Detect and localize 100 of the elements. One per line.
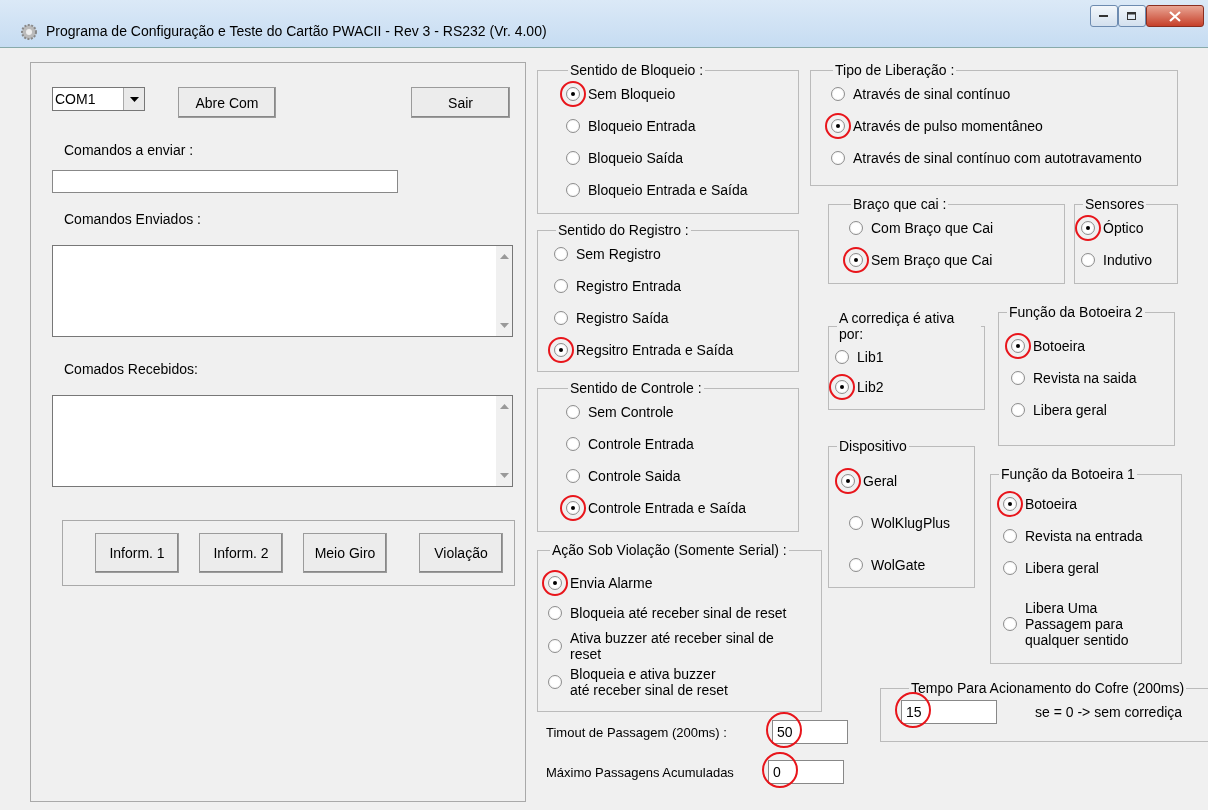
option-label[interactable]: Revista na entrada bbox=[1025, 528, 1143, 544]
scroll-up-icon[interactable] bbox=[499, 254, 509, 259]
radio-button[interactable] bbox=[554, 311, 568, 325]
radio-button[interactable] bbox=[849, 558, 863, 572]
option-label[interactable]: Bloqueia até receber sinal de reset bbox=[570, 605, 787, 621]
radio-button[interactable] bbox=[566, 405, 580, 419]
option-label[interactable]: Revista na saida bbox=[1033, 370, 1137, 386]
option-label[interactable]: Sem Braço que Cai bbox=[871, 252, 993, 268]
option-label[interactable]: Sem Registro bbox=[576, 246, 661, 262]
text-area[interactable] bbox=[52, 245, 513, 337]
option-label[interactable]: Regsitro Entrada e Saída bbox=[576, 342, 734, 358]
info-button[interactable]: Inform. 1 bbox=[95, 533, 179, 573]
radio-button[interactable] bbox=[841, 474, 855, 488]
option-label[interactable]: Controle Entrada bbox=[588, 436, 694, 452]
radio-button[interactable] bbox=[1011, 371, 1025, 385]
option-label[interactable]: Lib2 bbox=[857, 379, 884, 395]
info-button[interactable]: Violação bbox=[419, 533, 503, 573]
option-label[interactable]: Bloqueio Saída bbox=[588, 150, 683, 166]
scrollbar[interactable] bbox=[496, 396, 512, 486]
option-label[interactable]: Geral bbox=[863, 473, 898, 489]
option-label[interactable]: Libera geral bbox=[1033, 402, 1107, 418]
close-icon bbox=[1169, 10, 1181, 22]
radio-button[interactable] bbox=[548, 576, 562, 590]
option-label[interactable]: Libera geral bbox=[1025, 560, 1099, 576]
radio-button[interactable] bbox=[1003, 529, 1017, 543]
option-label[interactable]: WolGate bbox=[871, 557, 926, 573]
radio-button[interactable] bbox=[1003, 497, 1017, 511]
option-label[interactable]: Através de pulso momentâneo bbox=[853, 118, 1043, 134]
minimize-button[interactable] bbox=[1090, 5, 1118, 27]
gear-icon bbox=[20, 23, 38, 41]
radio-button[interactable] bbox=[548, 606, 562, 620]
radio-button[interactable] bbox=[566, 501, 580, 515]
radio-button[interactable] bbox=[548, 675, 562, 689]
option-label[interactable]: Envia Alarme bbox=[570, 575, 653, 591]
option-label[interactable]: Óptico bbox=[1103, 220, 1144, 236]
option-label[interactable]: Sem Bloqueio bbox=[588, 86, 676, 102]
option-label[interactable]: Libera Uma Passagem para qualquer sentido bbox=[1025, 600, 1129, 648]
option-label[interactable]: Através de sinal contínuo bbox=[853, 86, 1011, 102]
input-field[interactable]: 50 bbox=[772, 720, 848, 744]
text-area[interactable] bbox=[52, 395, 513, 487]
scroll-up-icon[interactable] bbox=[499, 404, 509, 409]
option-label[interactable]: Botoeira bbox=[1033, 338, 1086, 354]
option-label[interactable]: Bloqueio Entrada e Saída bbox=[588, 182, 748, 198]
radio-button[interactable] bbox=[1003, 617, 1017, 631]
note-text: se = 0 -> sem corrediça bbox=[1035, 704, 1183, 720]
radio-button[interactable] bbox=[566, 87, 580, 101]
option-label[interactable]: Registro Saída bbox=[576, 310, 669, 326]
option-label[interactable]: Controle Saida bbox=[588, 468, 681, 484]
radio-button[interactable] bbox=[1081, 253, 1095, 267]
info-button[interactable]: Inform. 2 bbox=[199, 533, 283, 573]
radio-button[interactable] bbox=[835, 380, 849, 394]
open-button[interactable]: Abre Com bbox=[178, 87, 276, 118]
input-field[interactable]: 15 bbox=[901, 700, 997, 724]
option-label[interactable]: Com Braço que Cai bbox=[871, 220, 994, 236]
input-field[interactable]: 0 bbox=[768, 760, 844, 784]
option-label[interactable]: Bloqueio Entrada bbox=[588, 118, 696, 134]
radio-button[interactable] bbox=[849, 253, 863, 267]
radio-button[interactable] bbox=[566, 151, 580, 165]
scroll-down-icon[interactable] bbox=[499, 473, 509, 478]
option-label[interactable]: Lib1 bbox=[857, 349, 884, 365]
radio-button[interactable] bbox=[831, 87, 845, 101]
radio-button[interactable] bbox=[566, 119, 580, 133]
group-title: Sentido de Bloqueio : bbox=[569, 62, 705, 78]
radio-button[interactable] bbox=[554, 247, 568, 261]
radio-button[interactable] bbox=[554, 279, 568, 293]
radio-button[interactable] bbox=[1081, 221, 1095, 235]
maximize-button[interactable] bbox=[1118, 5, 1146, 27]
radio-button[interactable] bbox=[849, 516, 863, 530]
minimize-icon bbox=[1099, 14, 1109, 18]
window-title: Programa de Configuração e Teste do Cartão PWACII - Rev 3 - RS232 (Vr. 4.00) bbox=[46, 23, 547, 39]
radio-button[interactable] bbox=[831, 151, 845, 165]
close-button[interactable] bbox=[1146, 5, 1204, 27]
option-label[interactable]: Bloqueia e ativa buzzer até receber sinal de reset bbox=[570, 666, 728, 698]
radio-button[interactable] bbox=[849, 221, 863, 235]
radio-button[interactable] bbox=[835, 350, 849, 364]
port-dropdown[interactable]: COM1 bbox=[52, 87, 145, 111]
radio-button[interactable] bbox=[554, 343, 568, 357]
radio-button[interactable] bbox=[1011, 339, 1025, 353]
scrollbar[interactable] bbox=[496, 246, 512, 336]
radio-button[interactable] bbox=[566, 437, 580, 451]
radio-button[interactable] bbox=[548, 639, 562, 653]
radio-button[interactable] bbox=[566, 183, 580, 197]
option-label[interactable]: Sem Controle bbox=[588, 404, 674, 420]
field-label: Comados Recebidos: bbox=[64, 361, 198, 377]
option-label[interactable]: Controle Entrada e Saída bbox=[588, 500, 746, 516]
option-label[interactable]: Ativa buzzer até receber sinal de reset bbox=[570, 630, 774, 662]
option-label[interactable]: Através de sinal contínuo com autotravamento bbox=[853, 150, 1142, 166]
radio-button[interactable] bbox=[1003, 561, 1017, 575]
radio-button[interactable] bbox=[831, 119, 845, 133]
exit-button[interactable]: Sair bbox=[411, 87, 510, 118]
input-field[interactable] bbox=[52, 170, 398, 193]
option-label[interactable]: Botoeira bbox=[1025, 496, 1078, 512]
option-label[interactable]: Registro Entrada bbox=[576, 278, 682, 294]
radio-button[interactable] bbox=[1011, 403, 1025, 417]
option-label[interactable]: WolKlugPlus bbox=[871, 515, 951, 531]
radio-button[interactable] bbox=[566, 469, 580, 483]
info-button[interactable]: Meio Giro bbox=[303, 533, 387, 573]
scroll-down-icon[interactable] bbox=[499, 323, 509, 328]
field-label: Máximo Passagens Acumuladas bbox=[546, 764, 735, 780]
option-label[interactable]: Indutivo bbox=[1103, 252, 1153, 268]
